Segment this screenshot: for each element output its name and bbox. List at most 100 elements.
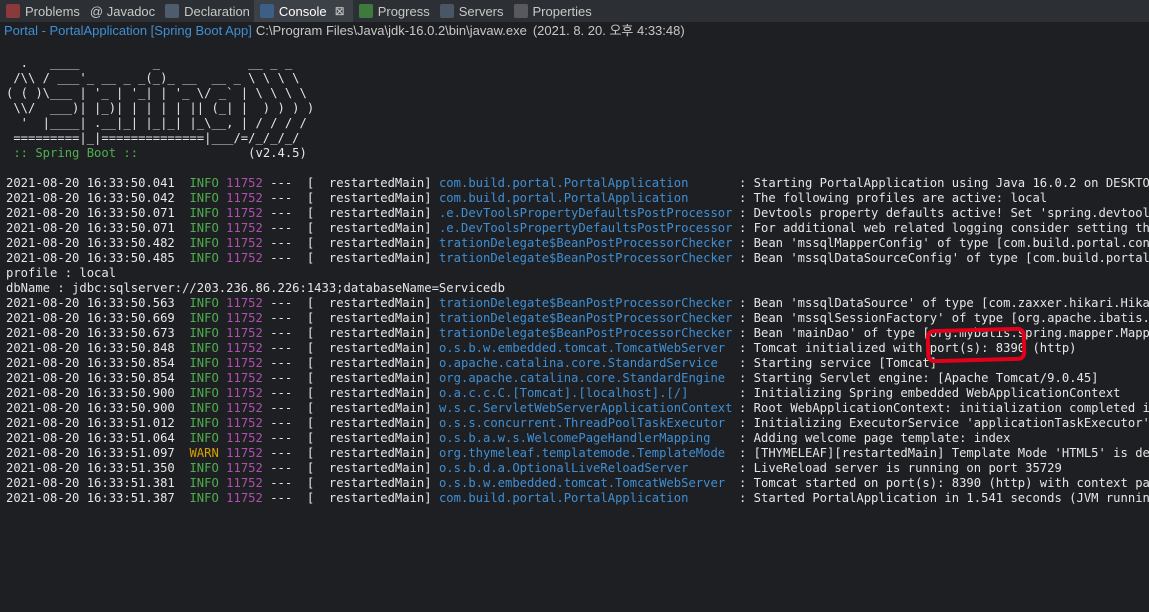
log-message: : The following profiles are active: loc… <box>738 191 1048 205</box>
log-logger-link[interactable]: com.build.portal.PortalApplication <box>439 176 739 191</box>
log-line: 2021-08-20 16:33:51.387 INFO 11752 --- [… <box>6 491 1149 506</box>
log-thread: --- [ restartedMain] <box>270 386 432 400</box>
log-logger-link[interactable]: trationDelegate$BeanPostProcessorChecker <box>439 251 739 266</box>
log-line: dbName : jdbc:sqlserver://203.236.86.226… <box>6 281 1149 296</box>
log-logger-link[interactable]: com.build.portal.PortalApplication <box>439 491 739 506</box>
log-message: : LiveReload server is running on port 3… <box>738 461 1062 475</box>
log-pid: 11752 <box>226 206 263 220</box>
view-tab-bar: Problems @ Javadoc Declaration Console ⊠ Prog… <box>0 0 1149 23</box>
log-level: INFO <box>189 371 219 385</box>
tab-label: Properties <box>532 3 592 19</box>
log-timestamp: 2021-08-20 16:33:50.669 <box>6 311 175 325</box>
log-logger-link[interactable]: o.s.b.w.embedded.tomcat.TomcatWebServer <box>439 476 739 491</box>
log-line: 2021-08-20 16:33:51.350 INFO 11752 --- [… <box>6 461 1149 476</box>
log-pid: 11752 <box>226 251 263 265</box>
log-pid: 11752 <box>226 296 263 310</box>
tab-javadoc[interactable]: @ Javadoc <box>84 0 159 22</box>
log-logger-link[interactable]: .e.DevToolsPropertyDefaultsPostProcessor <box>439 221 739 236</box>
log-logger-link[interactable]: o.s.b.w.embedded.tomcat.TomcatWebServer <box>439 341 739 356</box>
tab-problems[interactable]: Problems <box>0 0 84 22</box>
log-thread: --- [ restartedMain] <box>270 476 432 490</box>
console-icon <box>259 4 274 18</box>
log-timestamp: 2021-08-20 16:33:51.064 <box>6 431 175 445</box>
log-timestamp: 2021-08-20 16:33:50.041 <box>6 176 175 190</box>
log-pid: 11752 <box>226 491 263 505</box>
log-message: : [THYMELEAF][restartedMain] Template Mo… <box>738 446 1149 460</box>
log-message: : Devtools property defaults active! Set… <box>738 206 1149 220</box>
tab-console[interactable]: Console ⊠ <box>253 0 353 22</box>
log-pid: 11752 <box>226 311 263 325</box>
servers-icon <box>439 4 454 18</box>
log-timestamp: 2021-08-20 16:33:50.485 <box>6 251 175 265</box>
tab-label: Declaration <box>184 3 250 19</box>
log-level: INFO <box>189 386 219 400</box>
log-logger-link[interactable]: o.a.c.c.C.[Tomcat].[localhost].[/] <box>439 386 739 401</box>
log-level: INFO <box>189 356 219 370</box>
log-message: : Initializing ExecutorService 'applicat… <box>738 416 1149 430</box>
log-logger-link[interactable]: o.s.s.concurrent.ThreadPoolTaskExecutor <box>439 416 739 431</box>
log-level: INFO <box>189 476 219 490</box>
log-timestamp: 2021-08-20 16:33:50.563 <box>6 296 175 310</box>
log-logger-link[interactable]: com.build.portal.PortalApplication <box>439 191 739 206</box>
log-level: INFO <box>189 251 219 265</box>
log-logger-link[interactable]: o.apache.catalina.core.StandardService <box>439 356 739 371</box>
log-level: INFO <box>189 236 219 250</box>
tab-declaration[interactable]: Declaration <box>159 0 254 22</box>
tab-label: Progress <box>377 3 430 19</box>
log-logger-link[interactable]: o.s.b.a.w.s.WelcomePageHandlerMapping <box>439 431 739 446</box>
log-level: WARN <box>189 446 219 460</box>
log-logger-link[interactable]: w.s.c.ServletWebServerApplicationContext <box>439 401 739 416</box>
log-logger-link[interactable]: .e.DevToolsPropertyDefaultsPostProcessor <box>439 206 739 221</box>
log-line: 2021-08-20 16:33:50.482 INFO 11752 --- [… <box>6 236 1149 251</box>
log-thread: --- [ restartedMain] <box>270 341 432 355</box>
log-pid: 11752 <box>226 236 263 250</box>
log-timestamp: 2021-08-20 16:33:51.350 <box>6 461 175 475</box>
console-output[interactable]: . ____ _ __ _ _ /\\ / ___'_ __ _ _(_)_ _… <box>0 40 1149 612</box>
close-icon[interactable]: ⊠ <box>335 4 345 18</box>
log-message: : Bean 'mssqlDataSource' of type [com.za… <box>738 296 1149 310</box>
launch-time: (2021. 8. 20. 오후 4:33:48) <box>532 23 685 38</box>
declaration-icon <box>165 4 180 18</box>
log-pid: 11752 <box>226 401 263 415</box>
log-timestamp: 2021-08-20 16:33:50.848 <box>6 341 175 355</box>
log-timestamp: 2021-08-20 16:33:50.854 <box>6 371 175 385</box>
log-logger-link[interactable]: o.s.b.d.a.OptionalLiveReloadServer <box>439 461 739 476</box>
log-level: INFO <box>189 461 219 475</box>
log-logger-link[interactable]: trationDelegate$BeanPostProcessorChecker <box>439 296 739 311</box>
log-thread: --- [ restartedMain] <box>270 251 432 265</box>
log-pid: 11752 <box>226 221 263 235</box>
log-logger-link[interactable]: org.apache.catalina.core.StandardEngine <box>439 371 739 386</box>
log-message: : Bean 'mssqlMapperConfig' of type [com.… <box>738 236 1149 250</box>
console-header: Portal - PortalApplication [Spring Boot … <box>0 22 1149 39</box>
log-level: INFO <box>189 176 219 190</box>
log-pid: 11752 <box>226 191 263 205</box>
log-logger-link[interactable]: org.thymeleaf.templatemode.TemplateMode <box>439 446 739 461</box>
progress-icon <box>358 4 373 18</box>
log-level: INFO <box>189 326 219 340</box>
tab-servers[interactable]: Servers <box>434 0 508 22</box>
log-message: : Started PortalApplication in 1.541 sec… <box>738 491 1149 505</box>
log-message: : Root WebApplicationContext: initializa… <box>738 401 1149 415</box>
log-message: : Tomcat started on port(s): 8390 (http)… <box>738 476 1149 490</box>
tab-label: @ Javadoc <box>89 3 156 19</box>
log-message: : Bean 'mssqlSessionFactory' of type [or… <box>738 311 1149 325</box>
log-line: 2021-08-20 16:33:50.900 INFO 11752 --- [… <box>6 386 1149 401</box>
log-logger-link[interactable]: trationDelegate$BeanPostProcessorChecker <box>439 236 739 251</box>
log-thread: --- [ restartedMain] <box>270 416 432 430</box>
log-level: INFO <box>189 416 219 430</box>
log-thread: --- [ restartedMain] <box>270 491 432 505</box>
log-level: INFO <box>189 191 219 205</box>
log-thread: --- [ restartedMain] <box>270 176 432 190</box>
tab-progress[interactable]: Progress <box>353 0 434 22</box>
log-logger-link[interactable]: trationDelegate$BeanPostProcessorChecker <box>439 311 739 326</box>
log-logger-link[interactable]: trationDelegate$BeanPostProcessorChecker <box>439 326 739 341</box>
log-pid: 11752 <box>226 461 263 475</box>
log-line: 2021-08-20 16:33:50.854 INFO 11752 --- [… <box>6 371 1149 386</box>
log-line: profile : local <box>6 266 1149 281</box>
tab-properties[interactable]: Properties <box>508 0 596 22</box>
log-thread: --- [ restartedMain] <box>270 236 432 250</box>
log-thread: --- [ restartedMain] <box>270 446 432 460</box>
log-level: INFO <box>189 341 219 355</box>
log-text: dbName : jdbc:sqlserver://203.236.86.226… <box>6 281 505 295</box>
log-timestamp: 2021-08-20 16:33:51.381 <box>6 476 175 490</box>
